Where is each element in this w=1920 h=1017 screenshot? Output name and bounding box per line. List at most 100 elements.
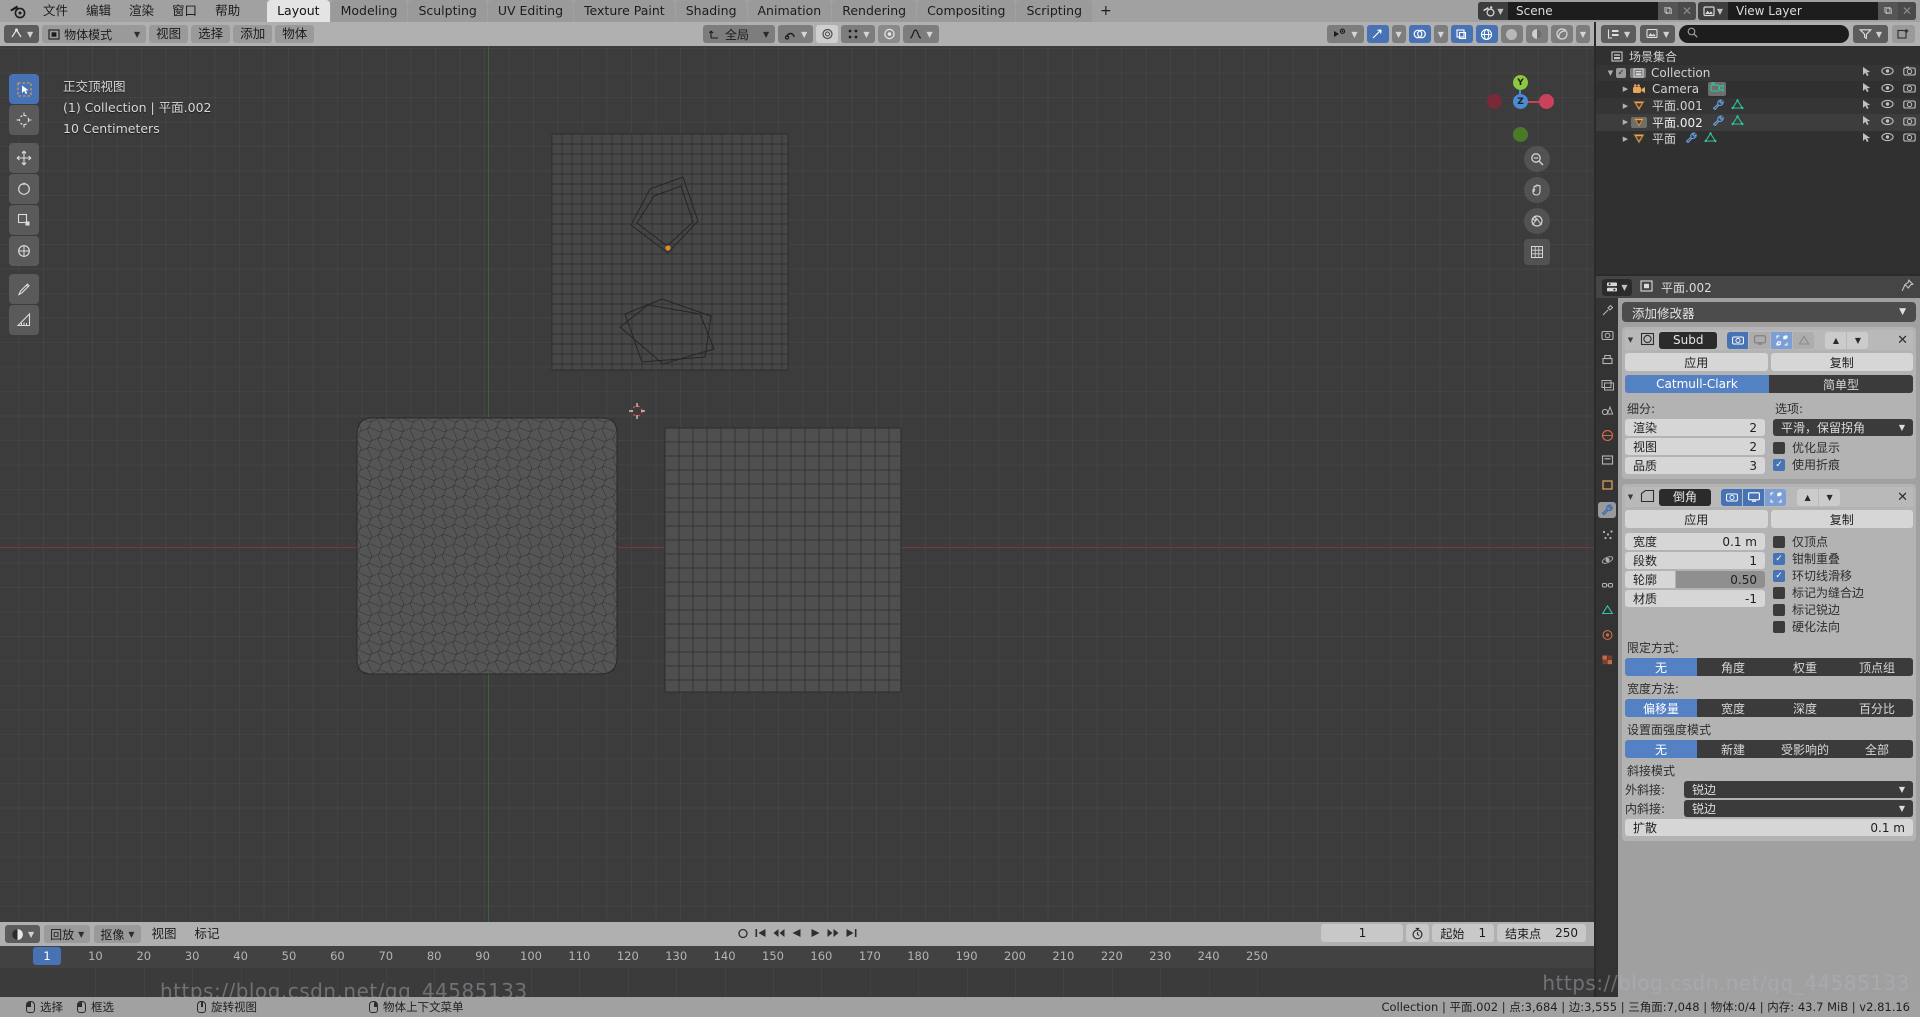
eye-icon[interactable] [1881, 66, 1894, 79]
viewport-menu-object[interactable]: 物体 [275, 25, 315, 43]
record-icon[interactable] [736, 924, 751, 942]
transform-orientation-selector[interactable]: 全局 ▼ [702, 25, 776, 43]
remove-modifier-icon[interactable]: ✕ [1897, 333, 1908, 348]
edit-mode-toggle-icon[interactable] [1771, 331, 1793, 349]
particles-tab[interactable] [1598, 527, 1616, 543]
jump-end-icon[interactable] [844, 924, 859, 942]
width-width-option[interactable]: 宽度 [1697, 699, 1769, 717]
filter-id-icon[interactable]: ▼ [1640, 25, 1676, 43]
frame-end-field[interactable]: 结束点 250 [1497, 924, 1586, 942]
tab-texture-paint[interactable]: Texture Paint [574, 0, 675, 22]
pin-icon[interactable] [1901, 279, 1914, 295]
apply-button[interactable]: 应用 [1625, 353, 1768, 371]
eye-icon[interactable] [1881, 99, 1894, 112]
new-collection-icon[interactable] [1892, 25, 1915, 43]
gizmo-z-pos[interactable]: Z [1513, 94, 1528, 109]
apply-button[interactable]: 应用 [1625, 510, 1768, 528]
viewport-menu-select[interactable]: 选择 [191, 25, 231, 43]
list-item[interactable]: ▶ 平面 [1596, 131, 1920, 148]
fs-affected-option[interactable]: 受影响的 [1769, 740, 1841, 758]
fs-all-option[interactable]: 全部 [1841, 740, 1913, 758]
modifier-tab[interactable] [1598, 502, 1616, 518]
texture-tab[interactable] [1598, 652, 1616, 668]
mark-sharp-checkbox-row[interactable]: 标记锐边 [1773, 601, 1913, 618]
bevel-width-field[interactable]: 宽度 0.1 m [1625, 533, 1765, 550]
modifier-name-field[interactable]: Subd [1659, 331, 1718, 349]
limit-vgroup-option[interactable]: 顶点组 [1841, 658, 1913, 676]
render-toggle-icon[interactable] [1721, 488, 1743, 506]
add-modifier-button[interactable]: 添加修改器 ▼ [1622, 302, 1916, 322]
collection-tab[interactable] [1598, 452, 1616, 468]
use-creases-checkbox[interactable]: ✓ [1773, 458, 1785, 471]
camera-data-icon[interactable] [1708, 82, 1727, 97]
select-arrow-icon[interactable] [1862, 66, 1872, 80]
zoom-icon[interactable] [1524, 146, 1550, 172]
timeline-menu-view[interactable]: 视图 [145, 925, 184, 943]
mesh-data-icon[interactable] [1731, 115, 1744, 129]
clamp-overlap-checkbox[interactable]: ✓ [1773, 552, 1785, 565]
clamp-overlap-checkbox-row[interactable]: ✓ 钳制重叠 [1773, 550, 1913, 567]
properties-editor-type[interactable]: ▼ [1602, 278, 1632, 296]
outliner-editor[interactable]: ▼ ▼ ▼ 场景集合 ▼ ✓ Collection ▶ Camera ▶ 平面.… [1596, 22, 1920, 274]
width-percent-option[interactable]: 百分比 [1841, 699, 1913, 717]
harden-normals-checkbox[interactable] [1773, 620, 1785, 633]
world-tab[interactable] [1598, 427, 1616, 443]
tab-rendering[interactable]: Rendering [832, 0, 917, 22]
tab-compositing[interactable]: Compositing [917, 0, 1016, 22]
duplicate-button[interactable]: 复制 [1770, 510, 1913, 528]
move-tool[interactable] [9, 143, 39, 173]
pan-hand-icon[interactable] [1524, 177, 1550, 203]
bevel-segments-field[interactable]: 段数 1 [1625, 552, 1765, 569]
mesh-data-icon[interactable] [1704, 132, 1717, 146]
menu-help[interactable]: 帮助 [206, 0, 249, 22]
jump-start-icon[interactable] [754, 924, 769, 942]
menu-file[interactable]: 文件 [34, 0, 77, 22]
wrench-modifier-icon[interactable] [1712, 115, 1725, 129]
tab-modeling[interactable]: Modeling [330, 0, 408, 22]
modifier-name-field[interactable]: 倒角 [1659, 488, 1712, 506]
vertex-only-checkbox-row[interactable]: 仅顶点 [1773, 533, 1913, 550]
shading-dropdown[interactable]: ▼ [1575, 25, 1591, 43]
viewport-canvas[interactable]: 正交顶视图 (1) Collection | 平面.002 10 Centime… [0, 46, 1594, 922]
constraints-tab[interactable] [1598, 577, 1616, 593]
snap-icon[interactable]: ▼ [778, 25, 814, 43]
expand-triangle-icon[interactable]: ▶ [1620, 102, 1631, 110]
view-layer-selector[interactable]: ▼ View Layer ⧉ ✕ [1698, 2, 1916, 20]
select-arrow-icon[interactable] [1862, 99, 1872, 113]
select-arrow-icon[interactable] [1862, 82, 1872, 96]
data-tab[interactable] [1598, 602, 1616, 618]
material-tab[interactable] [1598, 627, 1616, 643]
scene-selector[interactable]: ▼ Scene ⧉ ✕ [1478, 2, 1696, 20]
bevel-profile-field[interactable]: 轮廓 0.50 [1625, 571, 1765, 588]
auto-key-button[interactable] [1406, 924, 1430, 942]
edit-mode-toggle-icon[interactable] [1765, 488, 1787, 506]
timeline-menu-playback[interactable]: 回放 ▼ [44, 925, 91, 943]
add-workspace-button[interactable]: + [1093, 0, 1119, 22]
view-layer-name[interactable]: View Layer [1728, 2, 1878, 20]
new-scene-button[interactable]: ⧉ [1658, 2, 1678, 20]
render-toggle-icon[interactable] [1727, 331, 1749, 349]
timeline-ruler[interactable]: 1 10 20 30 40 50 60 70 80 90 100 110 120 130 140 150 16… [0, 946, 1594, 968]
prev-keyframe-icon[interactable] [772, 924, 787, 942]
render-tab[interactable] [1598, 327, 1616, 343]
ortho-persp-icon[interactable] [1524, 239, 1550, 265]
mark-seams-checkbox[interactable] [1773, 586, 1785, 599]
scene-name[interactable]: Scene [1508, 2, 1658, 20]
fs-none-option[interactable]: 无 [1625, 740, 1697, 758]
expand-triangle-icon[interactable]: ▶ [1620, 85, 1631, 93]
camera-render-icon[interactable] [1903, 66, 1916, 79]
mark-sharp-checkbox[interactable] [1773, 603, 1785, 616]
3d-viewport[interactable]: ▼ 物体模式 ▼ 视图 选择 添加 物体 全局 ▼ ▼ ▼ ▼ ▼ ▼ ▼ ▼ … [0, 22, 1594, 922]
list-item[interactable]: ▼ ✓ Collection [1596, 64, 1920, 81]
camera-render-icon[interactable] [1903, 132, 1916, 145]
quality-field[interactable]: 品质 3 [1625, 457, 1765, 474]
properties-editor[interactable]: ▼ 平面.002 添加修改器 ▼ ▼ Subd ▲ ▼ ✕ 应用 复制 Catm… [1596, 276, 1920, 997]
scene-collection-row[interactable]: 场景集合 [1596, 48, 1920, 65]
camera-render-icon[interactable] [1903, 116, 1916, 129]
select-arrow-icon[interactable] [1862, 132, 1872, 146]
timeline-editor[interactable]: ▼ 回放 ▼ 抠像 ▼ 视图 标记 1 起始 1 结束点 250 1 10 20… [0, 922, 1594, 997]
list-item[interactable]: ▶ 平面.001 [1596, 97, 1920, 114]
overlays-dropdown[interactable]: ▼ [1433, 25, 1448, 43]
cursor-tool[interactable] [9, 105, 39, 135]
view-layer-tab[interactable] [1598, 377, 1616, 393]
